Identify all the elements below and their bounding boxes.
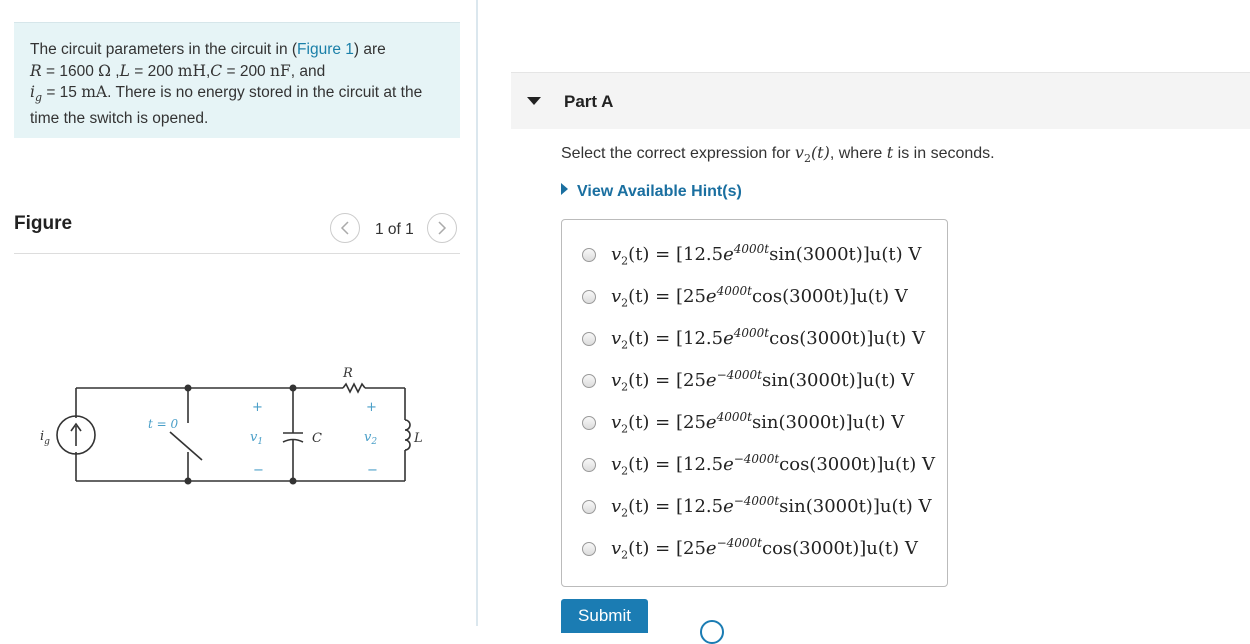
answer-option[interactable]: v2(t) = [25e−4000tcos(3000t)]u(t) V [582,535,918,563]
option-expression: v2(t) = [25e−4000tsin(3000t)]u(t) V [611,368,915,394]
v1-minus: − [253,463,264,478]
intro-text: The circuit parameters in the circuit in… [30,41,298,58]
part-a-header[interactable]: Part A [511,72,1250,129]
radio-button[interactable] [582,458,596,472]
option-expression: v2(t) = [12.5e−4000tsin(3000t)]u(t) V [611,494,932,520]
submit-button[interactable]: Submit [561,599,648,633]
answer-option[interactable]: v2(t) = [12.5e4000tcos(3000t)]u(t) V [582,325,925,353]
ig-value: = 15 [42,84,82,101]
source-label: ig [40,429,50,447]
inductor-label: L [413,431,423,446]
question-v: v [794,143,804,162]
option-expression: v2(t) = [25e4000tsin(3000t)]u(t) V [611,410,905,436]
radio-button[interactable] [582,374,596,388]
question-arg: (t) [810,143,830,162]
question-sub: 2 [803,152,811,166]
figure-divider [14,253,460,254]
switch-label: t = 0 [148,417,179,431]
question-part: , where [829,145,887,162]
v2-label: v2 [364,430,377,447]
answer-option[interactable]: v2(t) = [12.5e4000tsin(3000t)]u(t) V [582,241,921,269]
radio-button[interactable] [582,500,596,514]
radio-button[interactable] [582,416,596,430]
r-symbol: R [30,61,42,80]
r-unit: Ω [98,61,111,80]
answer-options: v2(t) = [12.5e4000tsin(3000t)]u(t) V v2(t… [561,219,948,587]
radio-button[interactable] [582,332,596,346]
previous-figure-button[interactable] [330,213,360,243]
l-value: = 200 [129,62,178,80]
c-unit: nF [270,61,291,80]
v2-minus: − [367,463,378,478]
l-symbol: L [119,61,130,80]
option-expression: v2(t) = [25e−4000tcos(3000t)]u(t) V [611,536,918,562]
resistor-label: R [342,366,353,381]
collapse-triangle-icon[interactable] [527,97,541,105]
separator: , and [290,62,326,80]
next-figure-button[interactable] [427,213,457,243]
option-expression: v2(t) = [12.5e4000tsin(3000t)]u(t) V [611,242,922,268]
figure-link[interactable]: Figure 1 [297,41,354,58]
answer-option[interactable]: v2(t) = [25e4000tsin(3000t)]u(t) V [582,409,904,437]
answer-option[interactable]: v2(t) = [25e−4000tsin(3000t)]u(t) V [582,367,914,395]
figure-counter: 1 of 1 [375,221,414,238]
c-value: = 200 [222,62,270,80]
problem-statement: The circuit parameters in the circuit in… [14,22,460,138]
expand-triangle-icon [561,183,568,195]
question-part: Select the correct expression for [561,145,795,162]
ig-subscript: g [34,91,43,105]
option-expression: v2(t) = [12.5e−4000tcos(3000t)]u(t) V [611,452,936,478]
part-a-title: Part A [564,92,614,111]
r-value: = 1600 [41,62,99,80]
hint-label: View Available Hint(s) [577,183,742,200]
l-unit: mH [177,61,206,80]
answer-option[interactable]: v2(t) = [12.5e−4000tcos(3000t)]u(t) V [582,451,935,479]
v1-plus: + [252,400,263,415]
option-expression: v2(t) = [12.5e4000tcos(3000t)]u(t) V [611,326,925,352]
chevron-left-icon [340,221,349,235]
ig-unit: mA [81,83,108,101]
answer-option[interactable]: v2(t) = [12.5e−4000tsin(3000t)]u(t) V [582,493,931,521]
intro-text: ) are [353,41,386,58]
panel-divider [476,0,478,626]
figure-title: Figure [14,213,73,234]
radio-button[interactable] [582,248,596,262]
question-text: Select the correct expression for v2(t),… [561,143,995,165]
v1-label: v1 [250,430,263,447]
answer-option[interactable]: v2(t) = [25e4000tcos(3000t)]u(t) V [582,283,908,311]
c-symbol: C [210,61,223,80]
view-hints-link[interactable]: View Available Hint(s) [561,183,742,201]
v2-plus: + [366,400,377,415]
feedback-icon [700,620,724,644]
radio-button[interactable] [582,542,596,556]
separator: , [110,62,120,80]
chevron-right-icon [438,221,447,235]
question-part: is in seconds. [893,145,995,162]
capacitor-label: C [312,431,322,446]
radio-button[interactable] [582,290,596,304]
option-expression: v2(t) = [25e4000tcos(3000t)]u(t) V [611,284,908,310]
circuit-diagram: ig t = 0 v1 v2 C R L + − + − [40,366,423,485]
